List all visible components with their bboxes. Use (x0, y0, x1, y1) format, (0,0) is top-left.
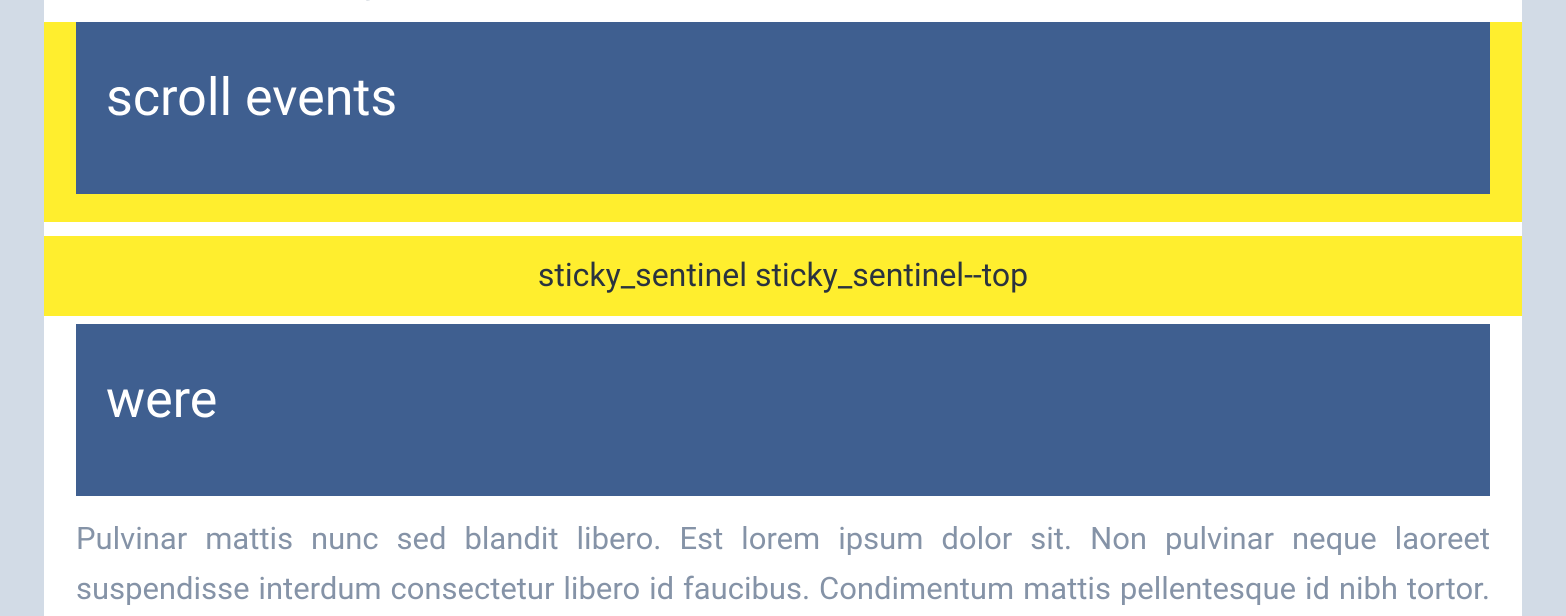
scrollbar-track[interactable] (1522, 0, 1566, 616)
sticky-sentinel-bottom-highlight: scroll events (44, 22, 1522, 222)
sticky-sentinel-top-highlight: sticky_sentinel sticky_sentinel--top (44, 236, 1522, 316)
sticky-header-scroll-events: scroll events (76, 22, 1490, 194)
viewport: sem viverra aliquet eget. Dui accumsan s… (0, 0, 1566, 616)
sticky-header-container: were (44, 324, 1522, 496)
sticky-header-were: were (76, 324, 1490, 496)
body-text-truncated-top: sem viverra aliquet eget. Dui accumsan s… (44, 0, 1522, 8)
sentinel-label: sticky_sentinel sticky_sentinel--top (538, 256, 1028, 294)
body-paragraph: Pulvinar mattis nunc sed blandit libero.… (44, 496, 1522, 616)
document-page: sem viverra aliquet eget. Dui accumsan s… (44, 0, 1522, 616)
